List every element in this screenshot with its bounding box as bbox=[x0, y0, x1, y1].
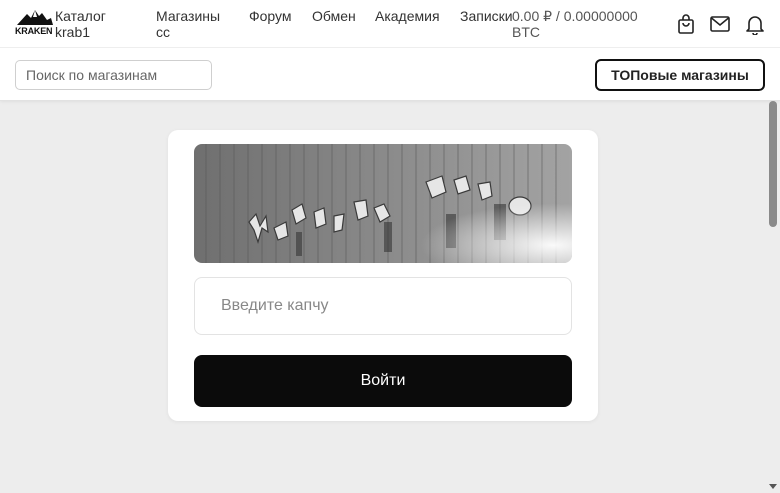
bag-icon[interactable] bbox=[675, 13, 697, 35]
nav-forum[interactable]: Форум bbox=[249, 8, 292, 24]
captcha-input[interactable] bbox=[194, 277, 572, 335]
captcha-image bbox=[194, 144, 572, 263]
login-button[interactable]: Войти bbox=[194, 355, 572, 407]
top-header: KRAKEN Каталог krab1 Магазины cc Форум О… bbox=[0, 0, 780, 101]
nav-shops[interactable]: Магазины cc bbox=[156, 8, 236, 40]
kraken-logo-icon bbox=[17, 10, 53, 25]
top-shops-button[interactable]: ТОПовые магазины bbox=[595, 59, 765, 91]
logo-text: KRAKEN bbox=[15, 26, 53, 36]
nav-exchange[interactable]: Обмен bbox=[312, 8, 356, 24]
kraken-logo[interactable]: KRAKEN bbox=[15, 8, 55, 38]
balance-display: 0.00 ₽ / 0.00000000 BTC bbox=[512, 8, 638, 40]
scrollbar-thumb[interactable] bbox=[769, 101, 777, 227]
captcha-card: Войти bbox=[168, 130, 598, 421]
mail-icon[interactable] bbox=[709, 13, 731, 35]
bell-icon[interactable] bbox=[744, 13, 766, 35]
page-scrollbar[interactable] bbox=[766, 101, 780, 493]
nav-notes[interactable]: Записки bbox=[460, 8, 513, 24]
shop-search-input[interactable] bbox=[15, 60, 212, 90]
nav-academy[interactable]: Академия bbox=[375, 8, 440, 24]
nav-catalog[interactable]: Каталог krab1 bbox=[55, 8, 135, 40]
main-nav-bar: KRAKEN Каталог krab1 Магазины cc Форум О… bbox=[0, 0, 780, 48]
scroll-down-arrow[interactable] bbox=[769, 484, 777, 489]
